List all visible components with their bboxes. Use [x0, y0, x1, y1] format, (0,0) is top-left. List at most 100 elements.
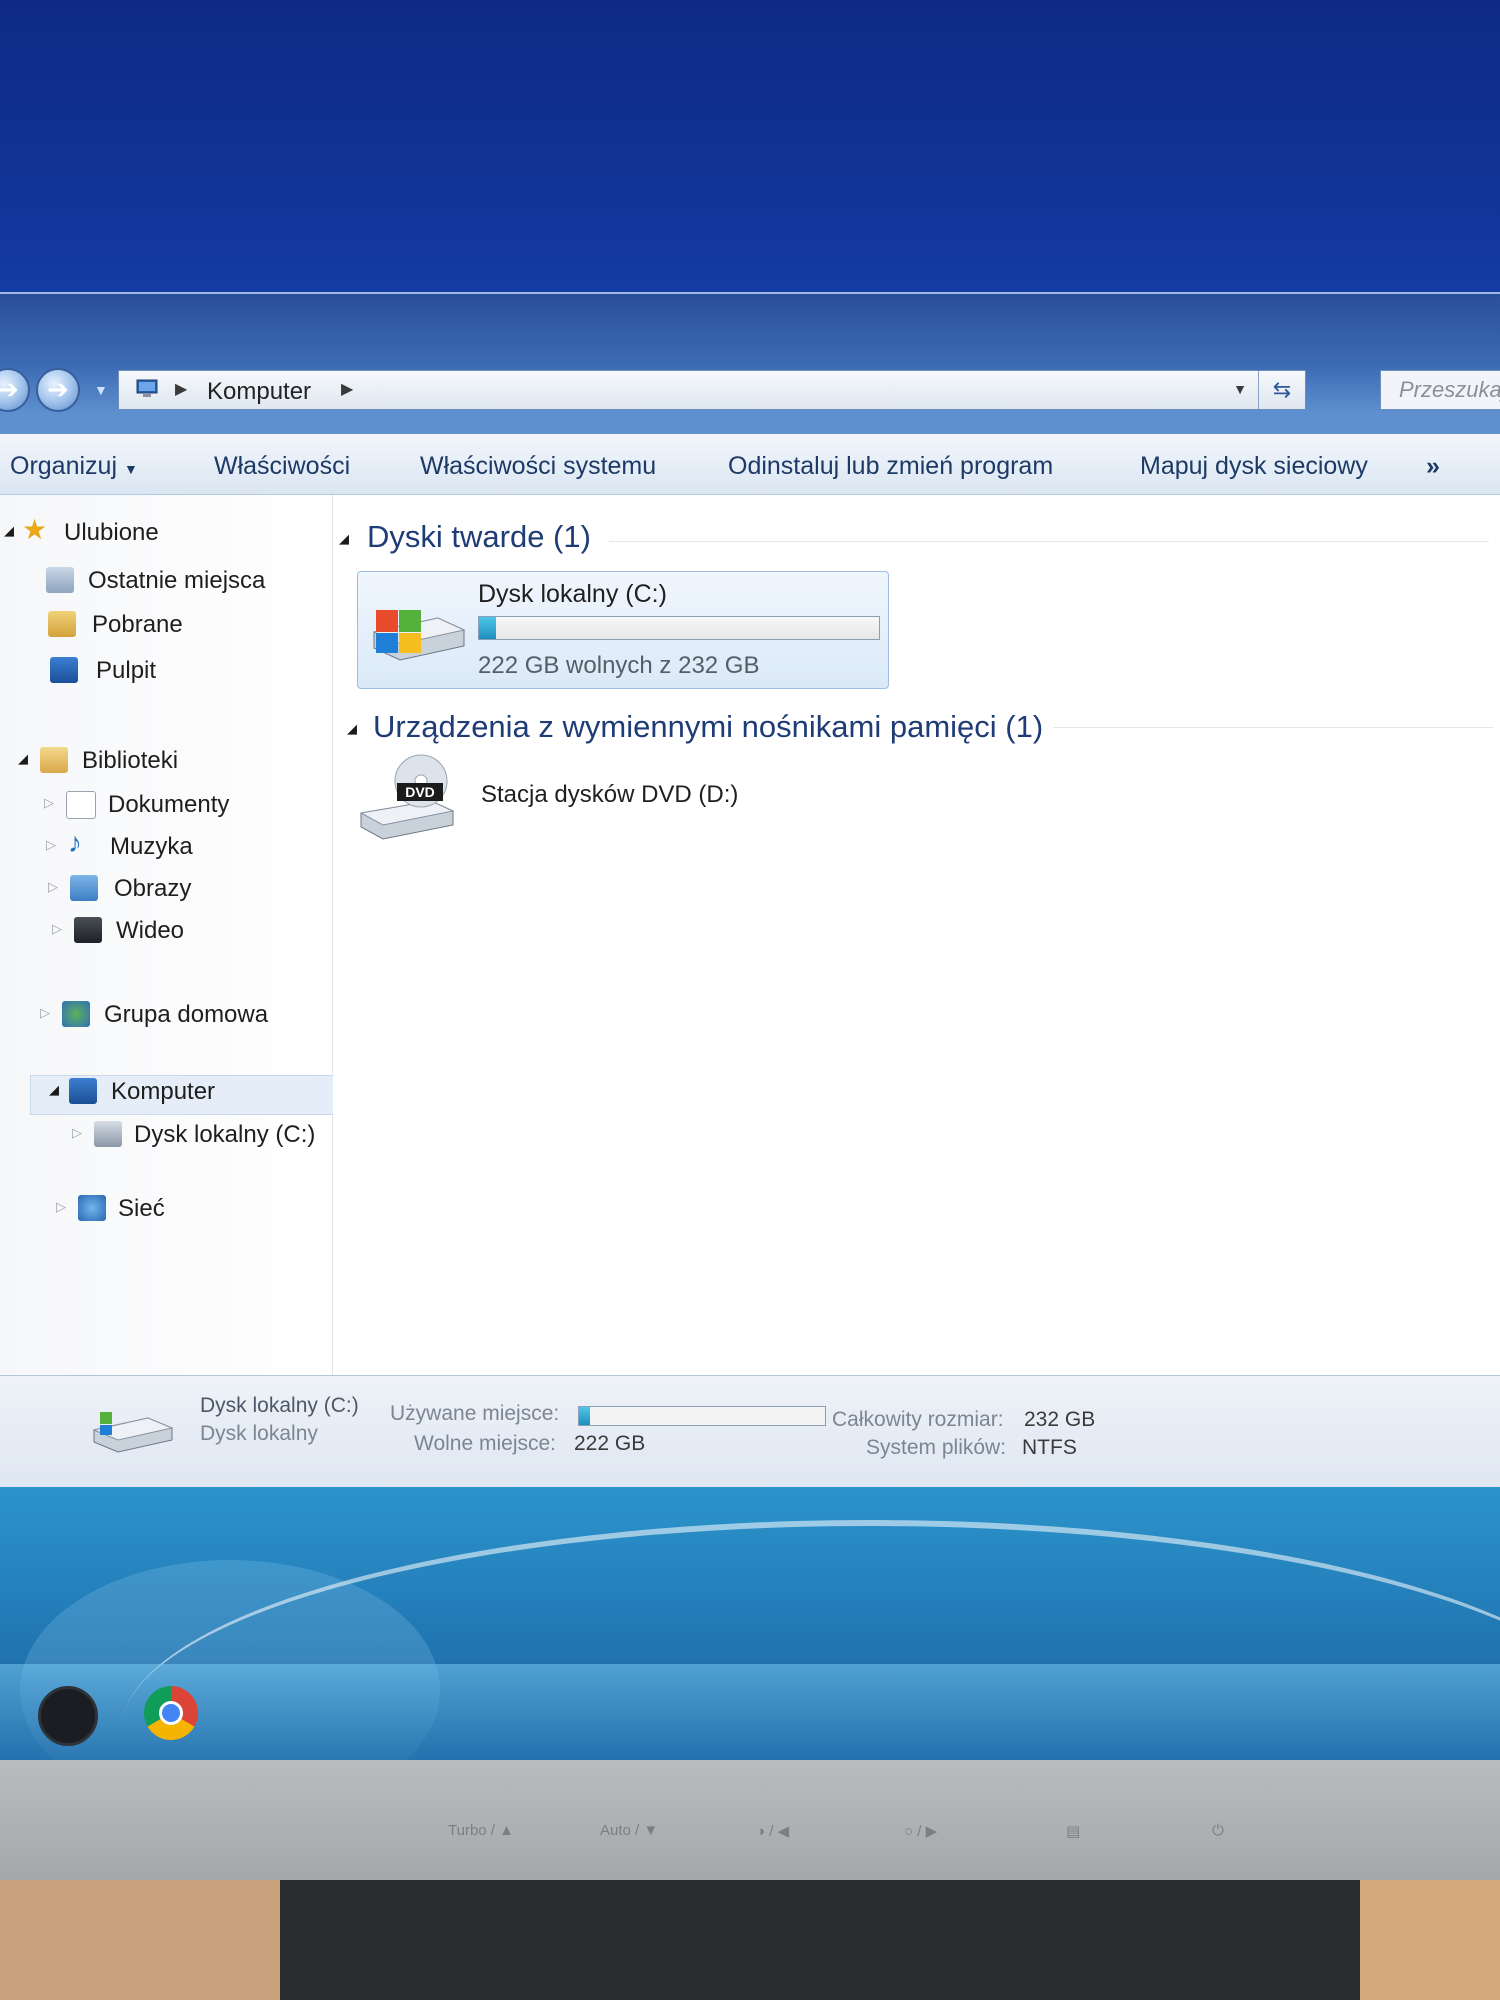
libraries-icon: [40, 747, 68, 773]
map-network-drive-button[interactable]: Mapuj dysk sieciowy: [1140, 452, 1368, 481]
hard-drive-icon: [94, 1121, 122, 1147]
bezel-button-contrast[interactable]: ○ / ▶: [904, 1822, 937, 1840]
breadcrumb-chevron-icon[interactable]: ▶: [341, 379, 353, 399]
content-pane: ◢ Dyski twarde (1) Dysk lokalny (C:) 222…: [333, 495, 1500, 1375]
drive-c-usage-fill: [479, 617, 497, 639]
drive-c-name: Dysk lokalny (C:): [478, 580, 667, 608]
details-total-label: Całkowity rozmiar:: [832, 1408, 1004, 1431]
expand-arrow-icon[interactable]: ▷: [52, 921, 62, 937]
system-properties-button[interactable]: Właściwości systemu: [420, 452, 656, 481]
bezel-button-turbo[interactable]: Turbo / ▲: [448, 1822, 514, 1839]
drive-c-free-space: 222 GB wolnych z 232 GB: [478, 652, 760, 679]
tree-favorites-label: Ulubione: [64, 519, 159, 546]
music-note-icon: ♪: [68, 827, 82, 858]
expand-arrow-icon[interactable]: ▷: [56, 1199, 66, 1215]
tree-homegroup-label: Grupa domowa: [104, 1001, 269, 1028]
bezel-power-icon[interactable]: ⏻: [1212, 1822, 1224, 1839]
desktop: ➔ ➔ ▼ ▶ Komputer ▶ ▼ ⇆ Przeszukaj Organi…: [0, 0, 1500, 1760]
dvd-drive-name: Stacja dysków DVD (D:): [481, 781, 739, 808]
uninstall-program-button[interactable]: Odinstaluj lub zmień program: [728, 452, 1053, 481]
tree-item-label: Pobrane: [92, 611, 183, 638]
drive-item-dvd-d[interactable]: DVD Stacja dysków DVD (D:): [357, 745, 777, 845]
drive-c-usage-bar: [478, 616, 880, 640]
organize-button[interactable]: Organizuj ▼: [10, 452, 138, 481]
back-button[interactable]: ➔: [0, 368, 30, 412]
details-type: Dysk lokalny: [200, 1422, 318, 1445]
monitor-stand: [280, 1880, 1360, 2000]
forward-button[interactable]: ➔: [36, 368, 80, 412]
recent-pages-dropdown-icon[interactable]: ▼: [94, 382, 108, 398]
collapse-arrow-icon[interactable]: ◢: [18, 751, 28, 767]
group-divider: [609, 541, 1489, 542]
pictures-icon: [70, 875, 98, 901]
network-icon: [78, 1195, 106, 1221]
address-dropdown-icon[interactable]: ▼: [1233, 381, 1247, 397]
chrome-center-icon: [159, 1701, 183, 1725]
chrome-app-icon[interactable]: [144, 1686, 198, 1740]
hard-drive-icon: [372, 610, 466, 661]
details-name: Dysk lokalny (C:): [200, 1394, 359, 1417]
organize-label: Organizuj: [10, 452, 117, 480]
recent-places-icon: [46, 567, 74, 593]
group-divider: [1053, 727, 1493, 728]
chevron-down-icon: ▼: [123, 461, 138, 477]
tree-item-label: Muzyka: [110, 833, 193, 860]
video-film-icon: [74, 917, 102, 943]
tree-item-label: Pulpit: [96, 657, 157, 684]
details-usage-bar: [578, 1406, 826, 1426]
expand-arrow-icon[interactable]: ▷: [40, 1005, 50, 1021]
tree-network-label: Sieć: [118, 1195, 165, 1222]
expand-arrow-icon[interactable]: ▷: [72, 1125, 82, 1141]
explorer-window: ➔ ➔ ▼ ▶ Komputer ▶ ▼ ⇆ Przeszukaj Organi…: [0, 292, 1500, 1487]
tree-item-label: Wideo: [116, 917, 185, 944]
bezel-button-auto[interactable]: Auto / ▼: [600, 1822, 658, 1839]
bezel-button-brightness[interactable]: ◑ / ◀: [756, 1822, 789, 1840]
monitor-bezel: Turbo / ▲ Auto / ▼ ◑ / ◀ ○ / ▶ ▤ ⏻: [0, 1760, 1500, 1880]
group-collapse-icon[interactable]: ◢: [339, 531, 349, 547]
group-header-removable-storage[interactable]: Urządzenia z wymiennymi nośnikami pamięc…: [373, 709, 1043, 745]
expand-arrow-icon[interactable]: ▷: [46, 837, 56, 853]
group-collapse-icon[interactable]: ◢: [347, 721, 357, 737]
navigation-pane: ◢ ★ Ulubione Ostatnie miejsca Pobrane Pu…: [0, 495, 338, 1375]
computer-icon: [69, 1078, 97, 1104]
dvd-badge: DVD: [405, 784, 435, 800]
details-free-label: Wolne miejsce:: [414, 1432, 556, 1455]
dvd-drive-icon: DVD: [359, 754, 455, 840]
tree-computer[interactable]: ◢ Komputer: [30, 1075, 338, 1115]
search-input[interactable]: Przeszukaj: [1380, 370, 1500, 410]
address-bar[interactable]: ▶ Komputer ▶ ▼ ⇆: [118, 370, 1306, 410]
details-total-value: 232 GB: [1024, 1408, 1096, 1431]
documents-icon: [66, 791, 96, 819]
tree-computer-label: Komputer: [111, 1078, 216, 1105]
tree-libraries-label: Biblioteki: [82, 747, 179, 774]
window-body: ◢ ★ Ulubione Ostatnie miejsca Pobrane Pu…: [0, 495, 1500, 1375]
details-pane: Dysk lokalny (C:) Dysk lokalny Używane m…: [0, 1375, 1500, 1487]
downloads-folder-icon: [48, 611, 76, 637]
tree-item-label: Ostatnie miejsca: [88, 567, 266, 594]
collapse-arrow-icon[interactable]: ◢: [49, 1082, 59, 1098]
bezel-menu-icon[interactable]: ▤: [1066, 1822, 1080, 1840]
computer-icon: [136, 379, 158, 397]
details-fs-value: NTFS: [1022, 1436, 1077, 1459]
hard-drive-icon: [92, 1412, 174, 1453]
breadcrumb-chevron-icon[interactable]: ▶: [175, 379, 187, 399]
tree-item-label: Obrazy: [114, 875, 192, 902]
navigation-row: ➔ ➔ ▼ ▶ Komputer ▶ ▼ ⇆ Przeszukaj: [0, 364, 1500, 414]
drive-item-local-disk-c[interactable]: Dysk lokalny (C:) 222 GB wolnych z 232 G…: [357, 571, 889, 689]
command-bar: Organizuj ▼ Właściwości Właściwości syst…: [0, 434, 1500, 495]
refresh-button[interactable]: ⇆: [1258, 371, 1305, 409]
tree-item-label: Dysk lokalny (C:): [134, 1121, 316, 1148]
desk-surface: [1360, 1880, 1500, 2000]
ccleaner-app-icon[interactable]: [38, 1686, 98, 1746]
expand-arrow-icon[interactable]: ▷: [48, 879, 58, 895]
collapse-arrow-icon[interactable]: ◢: [4, 523, 14, 539]
properties-button[interactable]: Właściwości: [214, 452, 350, 481]
details-usage-fill: [579, 1407, 590, 1425]
more-commands-button[interactable]: »: [1426, 452, 1440, 481]
tree-item-label: Dokumenty: [108, 791, 230, 818]
group-header-hard-drives[interactable]: Dyski twarde (1): [367, 519, 591, 555]
homegroup-icon: [62, 1001, 90, 1027]
taskbar: [0, 1664, 1500, 1760]
breadcrumb-komputer[interactable]: Komputer: [207, 378, 311, 406]
expand-arrow-icon[interactable]: ▷: [44, 795, 54, 811]
